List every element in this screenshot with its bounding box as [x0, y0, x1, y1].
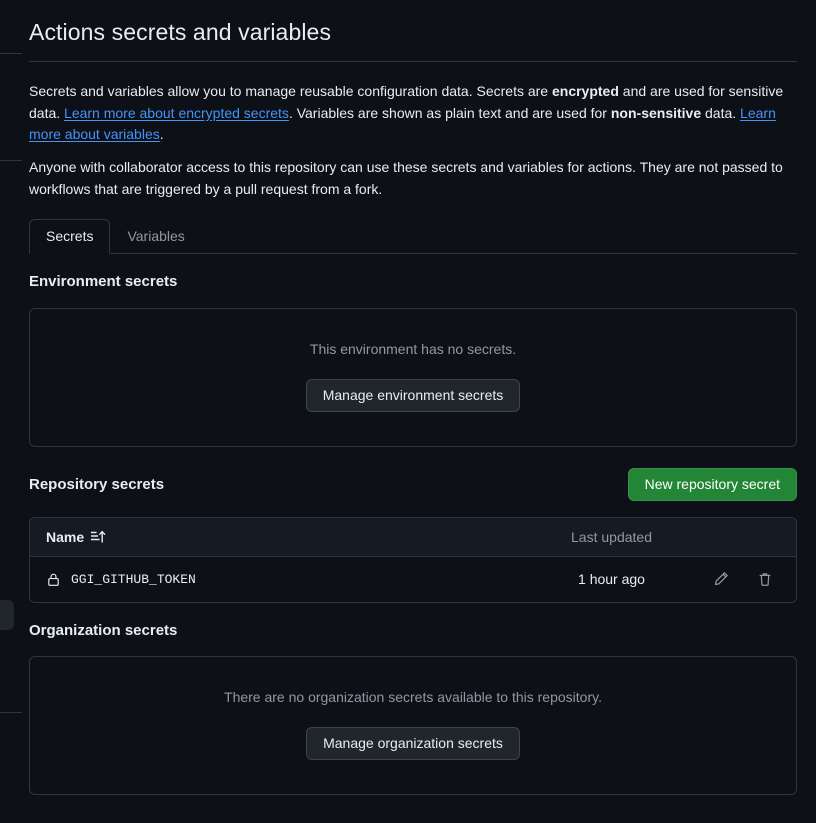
- organization-secrets-panel: There are no organization secrets availa…: [29, 656, 797, 796]
- environment-secrets-heading: Environment secrets: [29, 273, 178, 291]
- intro-text-5: .: [159, 126, 164, 143]
- secret-row-actions: [694, 568, 780, 590]
- intro-description: Secrets and variables allow you to manag…: [29, 81, 797, 200]
- column-header-name-label: Name: [46, 528, 85, 545]
- manage-environment-secrets-button[interactable]: Manage environment secrets: [305, 378, 521, 412]
- table-row: GGI_GITHUB_TOKEN 1 hour ago: [30, 556, 796, 602]
- pencil-icon[interactable]: [710, 568, 732, 590]
- intro-paragraph-1: Secrets and variables allow you to manag…: [29, 81, 797, 146]
- repository-secrets-table: Name Last updated GGI_GITHUB_TOKEN 1 hou…: [29, 516, 797, 603]
- actions-secrets-page: Actions secrets and variables Secrets an…: [0, 18, 816, 796]
- intro-bold-non-sensitive: non-sensitive: [610, 104, 702, 121]
- table-header-row: Name Last updated: [30, 517, 796, 557]
- column-header-last-updated: Last updated: [571, 528, 652, 545]
- title-divider: [29, 60, 797, 62]
- intro-text-1: Secrets and variables allow you to manag…: [29, 82, 552, 99]
- secret-last-updated: 1 hour ago: [578, 571, 645, 588]
- environment-secrets-panel: This environment has no secrets. Manage …: [29, 307, 797, 447]
- page-title: Actions secrets and variables: [29, 19, 332, 45]
- lock-icon: [46, 572, 61, 587]
- intro-bold-encrypted: encrypted: [551, 82, 619, 99]
- tab-variables[interactable]: Variables: [110, 219, 201, 254]
- repository-secrets-header: Repository secrets New repository secret: [29, 467, 797, 501]
- link-encrypted-secrets[interactable]: Learn more about encrypted secrets: [64, 105, 289, 121]
- organization-secrets-empty-message: There are no organization secrets availa…: [224, 689, 602, 706]
- repository-secrets-heading: Repository secrets: [29, 475, 165, 493]
- column-header-name[interactable]: Name: [46, 529, 529, 545]
- organization-secrets-heading: Organization secrets: [29, 621, 178, 639]
- tab-secrets[interactable]: Secrets: [29, 219, 111, 255]
- trash-icon[interactable]: [754, 568, 776, 590]
- intro-paragraph-2: Anyone with collaborator access to this …: [29, 158, 783, 197]
- intro-text-4: data.: [701, 104, 741, 121]
- secret-name-cell: GGI_GITHUB_TOKEN: [46, 572, 529, 587]
- secret-name-label: GGI_GITHUB_TOKEN: [71, 571, 196, 587]
- secrets-variables-tabs: Secrets Variables: [29, 219, 797, 255]
- new-repository-secret-button[interactable]: New repository secret: [627, 467, 797, 501]
- environment-secrets-empty-message: This environment has no secrets.: [309, 340, 517, 357]
- manage-organization-secrets-button[interactable]: Manage organization secrets: [306, 727, 520, 761]
- sort-asc-icon[interactable]: [90, 529, 106, 545]
- intro-text-3: . Variables are shown as plain text and …: [288, 104, 611, 121]
